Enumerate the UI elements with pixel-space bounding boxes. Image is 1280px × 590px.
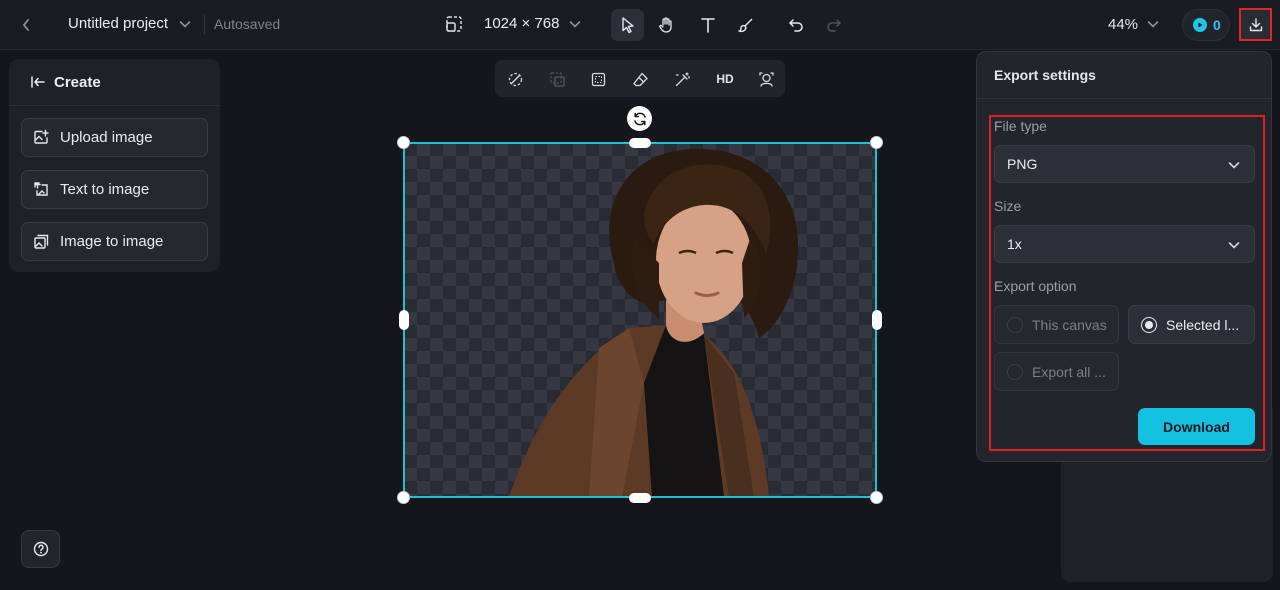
rotate-handle[interactable] [627,106,652,131]
download-icon [1249,17,1262,31]
divider [204,15,205,35]
arrow-left-to-line-icon [31,76,45,88]
resize-handle-top-right[interactable] [870,136,883,149]
resize-icon [446,16,462,32]
canvas-size-label[interactable]: 1024 × 768 [484,15,560,32]
magic-wand-icon [675,71,690,86]
remove-background-icon [508,72,522,86]
resize-handle-top[interactable] [629,138,651,148]
text-to-image-icon [34,182,48,196]
layer-icon [549,71,565,87]
select-tool-button[interactable] [611,9,644,41]
resize-handle-bottom-left[interactable] [397,491,410,504]
export-settings-title: Export settings [977,52,1271,99]
create-header-label: Create [54,73,101,91]
undo-icon [788,19,803,32]
eraser-icon [632,72,648,86]
image-to-image-button[interactable]: Image to image [21,222,208,261]
upload-image-label: Upload image [60,129,153,146]
image-to-image-label: Image to image [60,233,164,250]
undo-button[interactable] [779,9,812,41]
chevron-down-icon [179,21,191,28]
project-title[interactable]: Untitled project [68,15,168,32]
text-tool-button[interactable] [691,9,724,41]
remove-background-button[interactable] [505,69,525,89]
help-icon [33,541,48,557]
magic-edit-button[interactable] [672,69,692,89]
text-to-image-label: Text to image [60,181,150,198]
image-toolbar: HD [495,60,785,97]
face-retouch-icon [758,71,774,87]
create-header[interactable]: Create [9,59,220,106]
resize-handle-bottom-right[interactable] [870,491,883,504]
resize-handle-left[interactable] [399,310,409,330]
hand-tool-button[interactable] [649,9,682,41]
autosave-status: Autosaved [214,16,281,32]
credit-icon [1193,18,1207,32]
credits-button[interactable]: 0 [1182,9,1230,41]
top-bar: Untitled project Autosaved 1024 × 768 44… [0,0,1280,50]
cursor-icon [621,17,634,34]
eraser-button[interactable] [630,69,650,89]
export-button[interactable] [1239,8,1272,41]
crop-button[interactable] [588,69,608,89]
help-button[interactable] [21,530,60,568]
resize-canvas-button[interactable] [444,14,464,34]
back-button[interactable] [14,12,38,38]
zoom-level[interactable]: 44% [1108,16,1138,33]
project-menu-chevron[interactable] [178,17,192,31]
layer-button[interactable] [547,69,567,89]
credits-count: 0 [1213,17,1221,33]
retouch-button[interactable] [756,69,776,89]
hand-icon [658,17,672,33]
highlight-box [989,115,1265,451]
resize-handle-top-left[interactable] [397,136,410,149]
canvas[interactable] [404,143,876,497]
text-to-image-button[interactable]: Text to image [21,170,208,209]
chevron-down-icon [1147,21,1159,28]
upload-image-icon [34,129,49,144]
chevron-down-icon [569,21,581,28]
resize-handle-bottom[interactable] [629,493,651,503]
redo-icon [826,19,841,32]
canvas-size-chevron[interactable] [568,17,582,31]
rotate-icon [633,112,646,125]
redo-button[interactable] [817,9,850,41]
export-settings-popover: Export settings File type PNG Size 1x Ex… [976,51,1272,462]
upscale-hd-button[interactable]: HD [714,69,736,89]
image-to-image-icon [34,234,49,249]
chevron-left-icon [22,19,29,31]
brush-icon [737,18,752,33]
upload-image-button[interactable]: Upload image [21,118,208,157]
text-icon [700,18,715,33]
portrait-image[interactable] [404,143,876,497]
create-panel: Create Upload image Text to image Image … [9,59,220,272]
crop-icon [591,72,605,86]
zoom-chevron[interactable] [1146,17,1160,31]
resize-handle-right[interactable] [872,310,882,330]
brush-tool-button[interactable] [729,9,762,41]
